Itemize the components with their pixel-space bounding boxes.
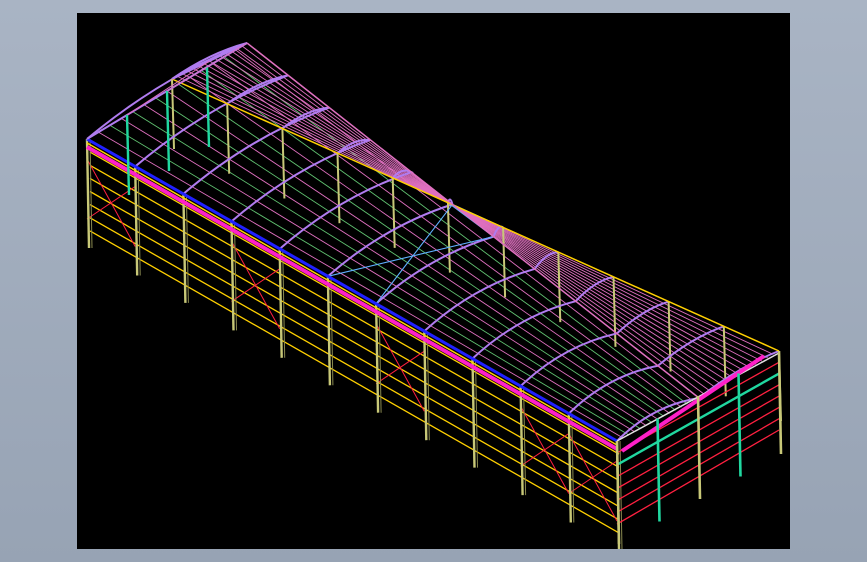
cad-viewport[interactable] [77, 13, 790, 549]
roof-purlin [223, 56, 688, 405]
roof-purlin [178, 83, 665, 417]
wall-girt [89, 164, 620, 468]
front-column [519, 386, 524, 496]
right-end-column [737, 373, 742, 477]
front-column [471, 358, 476, 468]
front-column [374, 303, 380, 413]
front-column-flange [619, 440, 623, 549]
eave-beam [86, 145, 618, 451]
rafter-frame [423, 251, 559, 332]
eave-strut [86, 142, 618, 446]
roof-purlin [98, 131, 624, 439]
right-end-column [656, 418, 661, 522]
left-end-column [205, 66, 211, 148]
front-column [230, 221, 235, 331]
wall-girt [89, 177, 620, 481]
front-column [182, 193, 187, 303]
back-column [226, 103, 231, 174]
front-column [85, 138, 91, 249]
wall-brace [231, 268, 280, 302]
wall-girt [89, 190, 620, 495]
rafter-frame [471, 275, 614, 360]
right-end-column [777, 350, 783, 455]
roof-purlin [201, 70, 676, 411]
back-column [446, 202, 451, 273]
left-end-column [165, 90, 171, 172]
eave-beam-blue [86, 137, 618, 443]
front-column [134, 166, 139, 276]
roof-purlin [235, 49, 694, 402]
front-column [423, 331, 428, 441]
back-column [281, 128, 286, 199]
back-eave-strut [171, 78, 780, 352]
front-column [567, 413, 572, 523]
steel-frame-model [85, 42, 783, 549]
front-column [326, 276, 332, 386]
right-end-column [615, 440, 621, 545]
back-column [336, 153, 341, 224]
front-column [278, 248, 283, 358]
back-column [391, 177, 396, 248]
right-end-column [696, 395, 702, 500]
roof-purlin [166, 90, 659, 420]
left-end-column [125, 114, 131, 196]
